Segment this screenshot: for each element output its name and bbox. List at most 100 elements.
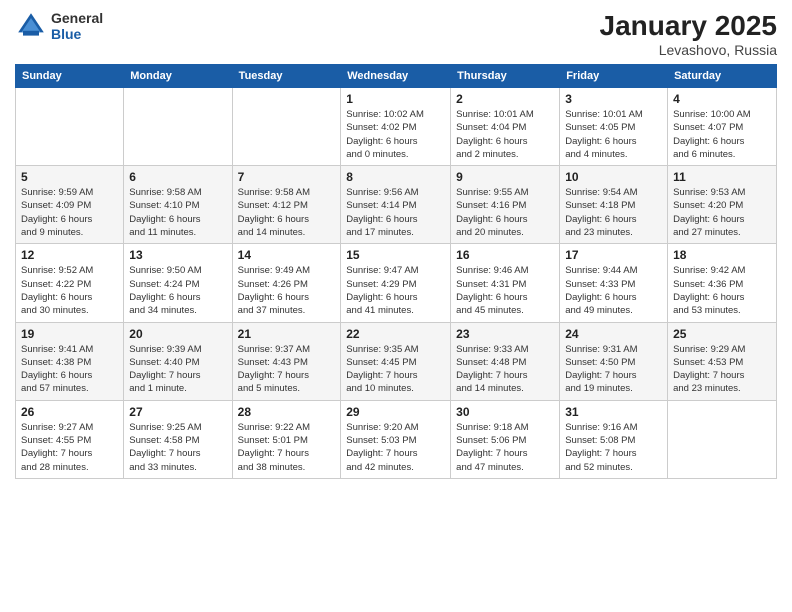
calendar-cell: 27 Sunrise: 9:25 AM Sunset: 4:58 PM Dayli… <box>124 400 232 478</box>
calendar-cell: 16 Sunrise: 9:46 AM Sunset: 4:31 PM Dayli… <box>451 244 560 322</box>
col-friday: Friday <box>560 65 668 88</box>
day-detail: Sunrise: 9:56 AM Sunset: 4:14 PM Dayligh… <box>346 186 445 239</box>
calendar-cell: 15 Sunrise: 9:47 AM Sunset: 4:29 PM Dayli… <box>341 244 451 322</box>
day-number: 22 <box>346 327 445 341</box>
col-monday: Monday <box>124 65 232 88</box>
day-number: 21 <box>238 327 336 341</box>
calendar-cell: 25 Sunrise: 9:29 AM Sunset: 4:53 PM Dayli… <box>668 322 777 400</box>
day-number: 11 <box>673 170 771 184</box>
calendar-cell: 9 Sunrise: 9:55 AM Sunset: 4:16 PM Daylig… <box>451 166 560 244</box>
day-detail: Sunrise: 9:59 AM Sunset: 4:09 PM Dayligh… <box>21 186 118 239</box>
calendar-cell: 31Sunrise: 9:16 AM Sunset: 5:08 PM Dayli… <box>560 400 668 478</box>
day-number: 7 <box>238 170 336 184</box>
day-detail: Sunrise: 9:16 AM Sunset: 5:08 PM Dayligh… <box>565 421 662 474</box>
day-detail: Sunrise: 9:35 AM Sunset: 4:45 PM Dayligh… <box>346 343 445 396</box>
col-thursday: Thursday <box>451 65 560 88</box>
day-number: 10 <box>565 170 662 184</box>
day-detail: Sunrise: 9:37 AM Sunset: 4:43 PM Dayligh… <box>238 343 336 396</box>
calendar-week-2: 5 Sunrise: 9:59 AM Sunset: 4:09 PM Daylig… <box>16 166 777 244</box>
day-number: 12 <box>21 248 118 262</box>
day-detail: Sunrise: 9:53 AM Sunset: 4:20 PM Dayligh… <box>673 186 771 239</box>
calendar-week-4: 19Sunrise: 9:41 AM Sunset: 4:38 PM Dayli… <box>16 322 777 400</box>
calendar-cell: 1Sunrise: 10:02 AM Sunset: 4:02 PM Dayli… <box>341 88 451 166</box>
day-number: 16 <box>456 248 554 262</box>
day-number: 30 <box>456 405 554 419</box>
calendar-cell: 23Sunrise: 9:33 AM Sunset: 4:48 PM Dayli… <box>451 322 560 400</box>
day-number: 4 <box>673 92 771 106</box>
day-detail: Sunrise: 9:46 AM Sunset: 4:31 PM Dayligh… <box>456 264 554 317</box>
day-detail: Sunrise: 9:58 AM Sunset: 4:10 PM Dayligh… <box>129 186 226 239</box>
calendar-cell <box>16 88 124 166</box>
day-detail: Sunrise: 10:00 AM Sunset: 4:07 PM Daylig… <box>673 108 771 161</box>
calendar-cell: 4 Sunrise: 10:00 AM Sunset: 4:07 PM Dayli… <box>668 88 777 166</box>
day-number: 27 <box>129 405 226 419</box>
day-number: 14 <box>238 248 336 262</box>
calendar-cell: 11 Sunrise: 9:53 AM Sunset: 4:20 PM Dayli… <box>668 166 777 244</box>
day-detail: Sunrise: 10:01 AM Sunset: 4:04 PM Daylig… <box>456 108 554 161</box>
calendar-table: Sunday Monday Tuesday Wednesday Thursday… <box>15 64 777 479</box>
calendar-cell: 12 Sunrise: 9:52 AM Sunset: 4:22 PM Dayli… <box>16 244 124 322</box>
day-number: 18 <box>673 248 771 262</box>
title-block: January 2025 Levashovo, Russia <box>600 10 777 58</box>
day-number: 26 <box>21 405 118 419</box>
day-detail: Sunrise: 10:02 AM Sunset: 4:02 PM Daylig… <box>346 108 445 161</box>
calendar-body: 1Sunrise: 10:02 AM Sunset: 4:02 PM Dayli… <box>16 88 777 479</box>
day-number: 15 <box>346 248 445 262</box>
calendar-cell: 3 Sunrise: 10:01 AM Sunset: 4:05 PM Dayli… <box>560 88 668 166</box>
day-detail: Sunrise: 9:18 AM Sunset: 5:06 PM Dayligh… <box>456 421 554 474</box>
logo-icon <box>15 10 47 42</box>
calendar-cell: 22 Sunrise: 9:35 AM Sunset: 4:45 PM Dayli… <box>341 322 451 400</box>
calendar-cell: 19Sunrise: 9:41 AM Sunset: 4:38 PM Dayli… <box>16 322 124 400</box>
calendar-cell <box>232 88 341 166</box>
day-number: 5 <box>21 170 118 184</box>
day-detail: Sunrise: 9:44 AM Sunset: 4:33 PM Dayligh… <box>565 264 662 317</box>
calendar-week-5: 26Sunrise: 9:27 AM Sunset: 4:55 PM Dayli… <box>16 400 777 478</box>
day-detail: Sunrise: 9:52 AM Sunset: 4:22 PM Dayligh… <box>21 264 118 317</box>
calendar-cell: 6 Sunrise: 9:58 AM Sunset: 4:10 PM Daylig… <box>124 166 232 244</box>
day-number: 29 <box>346 405 445 419</box>
calendar-cell: 28Sunrise: 9:22 AM Sunset: 5:01 PM Dayli… <box>232 400 341 478</box>
logo: General Blue <box>15 10 103 42</box>
calendar-cell: 21 Sunrise: 9:37 AM Sunset: 4:43 PM Dayli… <box>232 322 341 400</box>
logo-blue-text: Blue <box>51 26 103 42</box>
day-detail: Sunrise: 9:42 AM Sunset: 4:36 PM Dayligh… <box>673 264 771 317</box>
day-number: 3 <box>565 92 662 106</box>
day-number: 2 <box>456 92 554 106</box>
calendar-cell: 2 Sunrise: 10:01 AM Sunset: 4:04 PM Dayli… <box>451 88 560 166</box>
day-number: 8 <box>346 170 445 184</box>
day-number: 13 <box>129 248 226 262</box>
calendar-week-1: 1Sunrise: 10:02 AM Sunset: 4:02 PM Dayli… <box>16 88 777 166</box>
day-number: 9 <box>456 170 554 184</box>
day-detail: Sunrise: 9:31 AM Sunset: 4:50 PM Dayligh… <box>565 343 662 396</box>
calendar-cell: 26Sunrise: 9:27 AM Sunset: 4:55 PM Dayli… <box>16 400 124 478</box>
calendar-cell: 17 Sunrise: 9:44 AM Sunset: 4:33 PM Dayli… <box>560 244 668 322</box>
day-number: 23 <box>456 327 554 341</box>
calendar-cell: 24 Sunrise: 9:31 AM Sunset: 4:50 PM Dayli… <box>560 322 668 400</box>
day-detail: Sunrise: 9:39 AM Sunset: 4:40 PM Dayligh… <box>129 343 226 396</box>
day-detail: Sunrise: 10:01 AM Sunset: 4:05 PM Daylig… <box>565 108 662 161</box>
calendar-cell: 18 Sunrise: 9:42 AM Sunset: 4:36 PM Dayli… <box>668 244 777 322</box>
day-number: 6 <box>129 170 226 184</box>
day-number: 17 <box>565 248 662 262</box>
day-detail: Sunrise: 9:25 AM Sunset: 4:58 PM Dayligh… <box>129 421 226 474</box>
col-saturday: Saturday <box>668 65 777 88</box>
calendar-cell <box>668 400 777 478</box>
day-detail: Sunrise: 9:29 AM Sunset: 4:53 PM Dayligh… <box>673 343 771 396</box>
month-title: January 2025 <box>600 10 777 42</box>
calendar-cell: 13 Sunrise: 9:50 AM Sunset: 4:24 PM Dayli… <box>124 244 232 322</box>
calendar-cell: 14Sunrise: 9:49 AM Sunset: 4:26 PM Dayli… <box>232 244 341 322</box>
day-detail: Sunrise: 9:55 AM Sunset: 4:16 PM Dayligh… <box>456 186 554 239</box>
day-detail: Sunrise: 9:47 AM Sunset: 4:29 PM Dayligh… <box>346 264 445 317</box>
calendar-cell: 5 Sunrise: 9:59 AM Sunset: 4:09 PM Daylig… <box>16 166 124 244</box>
calendar-week-3: 12 Sunrise: 9:52 AM Sunset: 4:22 PM Dayli… <box>16 244 777 322</box>
day-number: 28 <box>238 405 336 419</box>
calendar-header-row: Sunday Monday Tuesday Wednesday Thursday… <box>16 65 777 88</box>
day-number: 25 <box>673 327 771 341</box>
day-detail: Sunrise: 9:50 AM Sunset: 4:24 PM Dayligh… <box>129 264 226 317</box>
calendar-cell: 29Sunrise: 9:20 AM Sunset: 5:03 PM Dayli… <box>341 400 451 478</box>
calendar-cell: 10 Sunrise: 9:54 AM Sunset: 4:18 PM Dayli… <box>560 166 668 244</box>
header: General Blue January 2025 Levashovo, Rus… <box>15 10 777 58</box>
day-number: 24 <box>565 327 662 341</box>
day-detail: Sunrise: 9:54 AM Sunset: 4:18 PM Dayligh… <box>565 186 662 239</box>
calendar-cell: 8 Sunrise: 9:56 AM Sunset: 4:14 PM Daylig… <box>341 166 451 244</box>
